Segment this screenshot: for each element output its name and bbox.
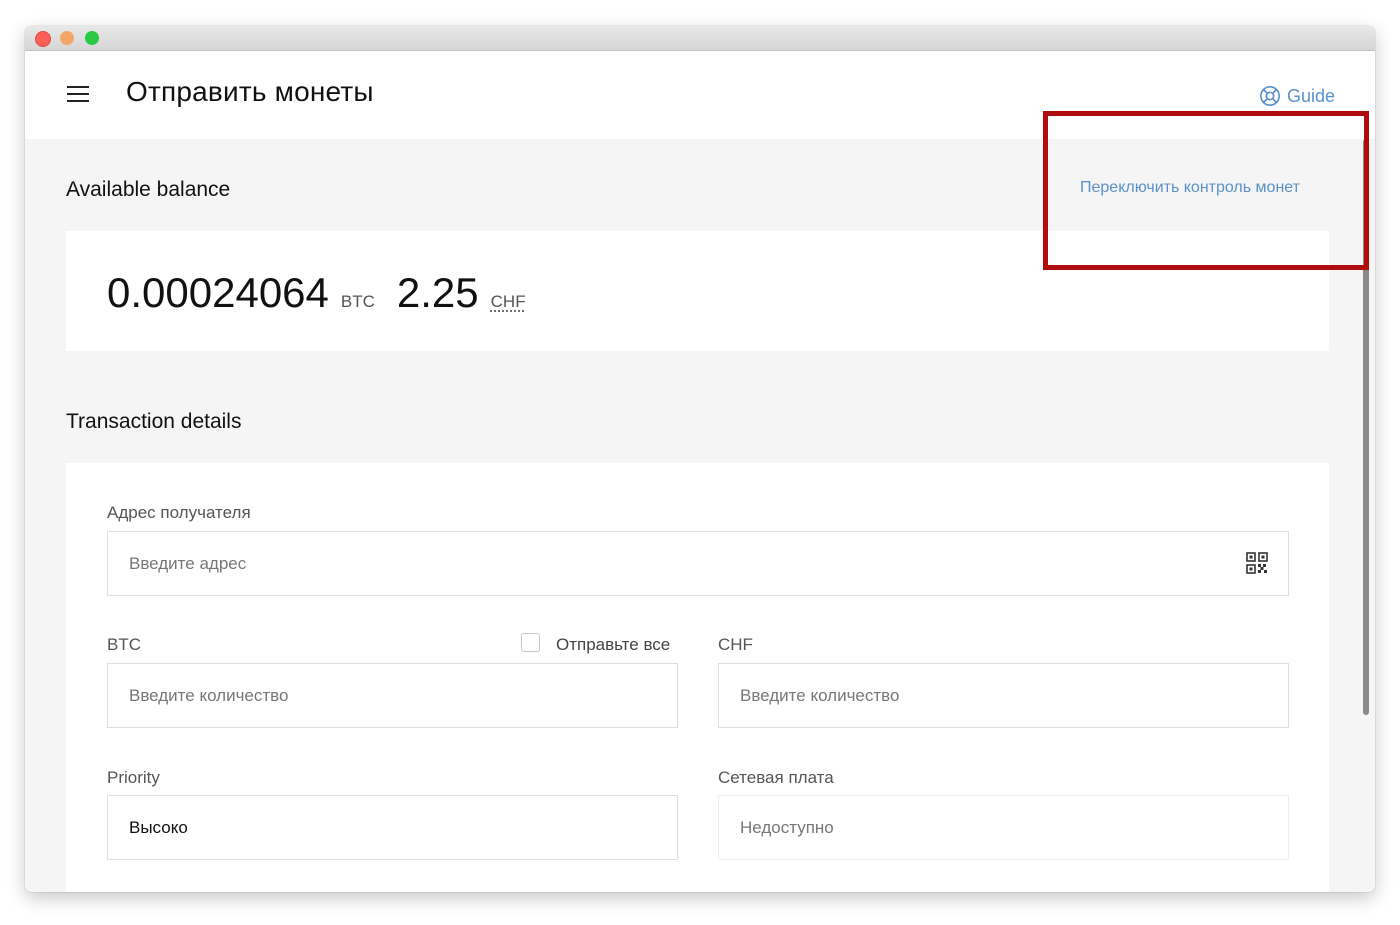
- minimize-window-button[interactable]: [60, 31, 74, 45]
- fiat-unit-toggle[interactable]: CHF: [491, 292, 526, 312]
- fiat-balance-amount: 2.25: [396, 269, 479, 316]
- lifebuoy-icon: [1260, 86, 1280, 106]
- recipient-address-input[interactable]: Введите адрес: [107, 531, 1289, 596]
- fiat-amount-label: CHF: [718, 635, 753, 654]
- app-window: Отправить монеты Guide Available balance…: [25, 26, 1375, 892]
- network-fee-field: Недоступно: [718, 795, 1289, 860]
- close-window-button[interactable]: [35, 31, 51, 47]
- priority-label: Priority: [107, 768, 160, 787]
- transaction-details-card: Адрес получателя Введите адрес BTC Отпра…: [66, 463, 1329, 892]
- qr-code-icon[interactable]: [1246, 552, 1268, 574]
- available-balance-title: Available balance: [66, 178, 231, 201]
- menu-icon[interactable]: [67, 86, 89, 102]
- vertical-scrollbar[interactable]: [1363, 139, 1369, 715]
- priority-value: Высоко: [129, 817, 188, 837]
- network-fee-label: Сетевая плата: [718, 768, 834, 787]
- toggle-coin-control-link[interactable]: Переключить контроль монет: [1080, 179, 1300, 197]
- transaction-details-title: Transaction details: [66, 410, 242, 433]
- btc-amount-input[interactable]: Введите количество: [107, 663, 678, 728]
- btc-balance-amount: 0.00024064: [107, 269, 329, 316]
- balance-card: 0.00024064 BTC 2.25 CHF: [66, 231, 1329, 351]
- btc-unit: BTC: [340, 292, 375, 311]
- fiat-amount-placeholder: Введите количество: [740, 685, 900, 705]
- maximize-window-button[interactable]: [85, 31, 99, 45]
- guide-label: Guide: [1287, 85, 1336, 106]
- priority-select[interactable]: Высоко: [107, 795, 678, 860]
- window-titlebar: [25, 26, 1375, 51]
- recipient-address-label: Адрес получателя: [107, 503, 251, 522]
- btc-amount-label: BTC: [107, 635, 141, 654]
- network-fee-value: Недоступно: [740, 817, 834, 837]
- fiat-amount-input[interactable]: Введите количество: [718, 663, 1289, 728]
- page-header: Отправить монеты Guide: [25, 51, 1375, 139]
- send-all-checkbox[interactable]: [521, 633, 540, 652]
- page-title: Отправить монеты: [126, 76, 374, 107]
- recipient-address-placeholder: Введите адрес: [129, 553, 247, 573]
- btc-amount-placeholder: Введите количество: [129, 685, 289, 705]
- send-all-label[interactable]: Отправьте все: [556, 635, 670, 655]
- guide-button[interactable]: Guide: [1259, 84, 1335, 108]
